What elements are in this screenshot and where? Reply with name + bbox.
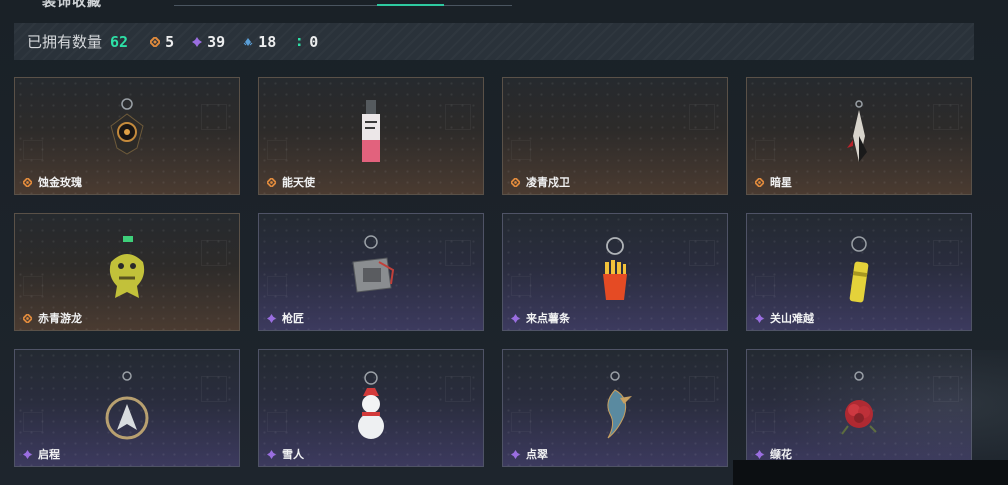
stat-orange-count: 5 xyxy=(165,32,175,51)
fries-charm-icon xyxy=(603,237,627,300)
compass-charm-icon xyxy=(105,371,149,440)
charm-name: 雪人 xyxy=(267,446,304,462)
purple-diamond-icon xyxy=(511,449,520,459)
charm-card[interactable]: 雪人 xyxy=(258,349,484,467)
blue-diamond-icon xyxy=(243,37,253,46)
charm-card[interactable]: 凌青戍卫 xyxy=(502,77,728,195)
active-tab-indicator[interactable] xyxy=(377,4,444,6)
vial-charm-icon xyxy=(362,100,380,162)
purple-diamond-icon xyxy=(192,36,203,47)
charm-name: 凌青戍卫 xyxy=(511,174,570,190)
tab-underline xyxy=(174,5,512,6)
flower-charm-icon xyxy=(841,371,877,435)
charm-grid: 蚀金玫瑰 能天使 凌青戍卫 暗星 赤青游龙 枪匠 来点薯条 关山难越 启程 雪人… xyxy=(14,77,974,469)
stat-orange: 5 xyxy=(150,33,174,51)
stat-green: 0 xyxy=(294,33,318,51)
stat-blue: 18 xyxy=(243,33,276,51)
orange-diamond-icon xyxy=(511,177,520,187)
purple-diamond-icon xyxy=(755,449,764,459)
owned-label: 已拥有数量 xyxy=(27,33,103,51)
stat-purple: 39 xyxy=(192,33,225,51)
charm-card[interactable]: 来点薯条 xyxy=(502,213,728,331)
orange-diamond-icon xyxy=(755,177,764,187)
orange-diamond-icon xyxy=(150,36,161,47)
charm-card[interactable]: 缬花 xyxy=(746,349,972,467)
charm-card[interactable]: 启程 xyxy=(14,349,240,467)
charm-name: 暗星 xyxy=(755,174,792,190)
top-tab-strip: 装饰收藏 xyxy=(0,0,1008,10)
dragon-charm-icon xyxy=(109,236,145,298)
orange-diamond-icon xyxy=(23,177,32,187)
charm-name: 启程 xyxy=(23,446,60,462)
purple-diamond-icon xyxy=(267,313,276,323)
scroll-charm-icon xyxy=(849,236,869,303)
snowman-charm-icon xyxy=(358,371,384,439)
purple-diamond-icon xyxy=(267,449,276,459)
charm-name: 能天使 xyxy=(267,174,315,190)
charm-name: 枪匠 xyxy=(267,310,304,326)
owned-summary-bar: 已拥有数量 62 5 39 18 0 xyxy=(14,23,974,60)
charm-name: 点翠 xyxy=(511,446,548,462)
charm-card[interactable]: 赤青游龙 xyxy=(14,213,240,331)
purple-diamond-icon xyxy=(755,313,764,323)
charm-card[interactable]: 蚀金玫瑰 xyxy=(14,77,240,195)
charm-card[interactable]: 暗星 xyxy=(746,77,972,195)
page-title: 装饰收藏 xyxy=(42,0,102,10)
kingfisher-charm-icon xyxy=(607,371,632,439)
charm-card[interactable]: 点翠 xyxy=(502,349,728,467)
charm-name: 关山难越 xyxy=(755,310,814,326)
purple-diamond-icon xyxy=(23,449,32,459)
orange-diamond-icon xyxy=(267,177,276,187)
stat-purple-count: 39 xyxy=(207,32,226,51)
orange-diamond-icon xyxy=(23,313,32,323)
charm-name: 赤青游龙 xyxy=(23,310,82,326)
charm-card[interactable]: 关山难越 xyxy=(746,213,972,331)
owned-total: 62 xyxy=(110,32,129,51)
bottom-shadow xyxy=(733,460,1008,485)
charm-name: 蚀金玫瑰 xyxy=(23,174,82,190)
stat-green-count: 0 xyxy=(309,32,319,51)
dagger-charm-icon xyxy=(847,100,867,162)
charm-name: 来点薯条 xyxy=(511,310,570,326)
green-diamond-icon xyxy=(298,37,301,46)
stat-blue-count: 18 xyxy=(258,32,277,51)
gunsmith-charm-icon xyxy=(352,235,395,293)
charm-card[interactable]: 能天使 xyxy=(258,77,484,195)
rose-charm-icon xyxy=(110,98,144,155)
charm-card[interactable]: 枪匠 xyxy=(258,213,484,331)
purple-diamond-icon xyxy=(511,313,520,323)
